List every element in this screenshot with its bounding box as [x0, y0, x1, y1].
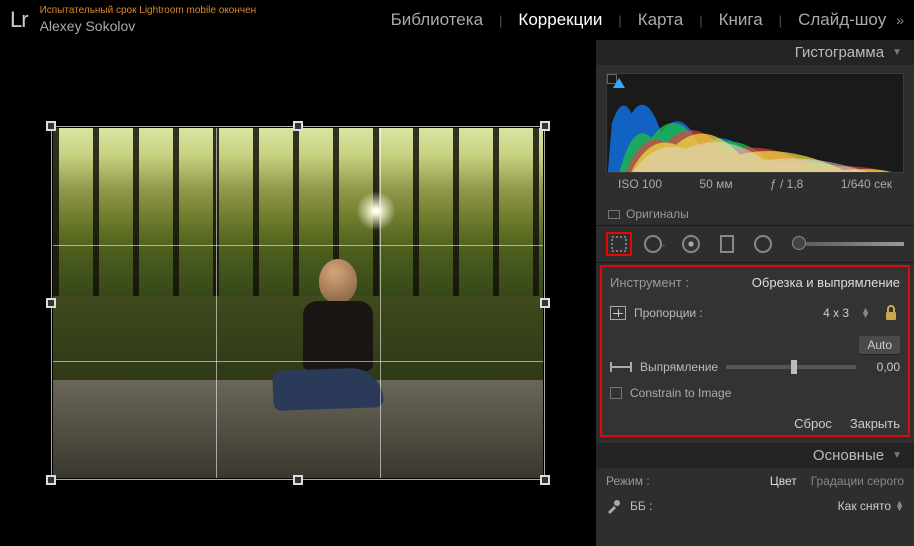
aspect-ratio-value[interactable]: 4 x 3	[823, 306, 849, 320]
app-logo: Lr	[10, 7, 28, 33]
shadow-clip-indicator[interactable]	[613, 78, 625, 88]
crop-handle-tr[interactable]	[540, 121, 550, 131]
radial-filter-tool-button[interactable]	[750, 232, 776, 256]
basic-panel-header[interactable]: Основные ▼	[596, 443, 914, 468]
constrain-checkbox[interactable]	[610, 387, 622, 399]
originals-toggle[interactable]: Оригиналы	[596, 203, 914, 225]
close-button[interactable]: Закрыть	[850, 416, 900, 431]
tool-strip: →	[596, 225, 914, 263]
crop-icon	[610, 235, 628, 253]
crop-handle-mr[interactable]	[540, 298, 550, 308]
histogram-display[interactable]	[606, 73, 904, 173]
reset-button[interactable]: Сброс	[794, 416, 832, 431]
tool-name: Обрезка и выпрямление	[752, 275, 900, 290]
crop-frame[interactable]	[51, 126, 545, 480]
grad-filter-icon	[720, 235, 734, 253]
crop-handle-br[interactable]	[540, 475, 550, 485]
brush-size-slider[interactable]	[792, 242, 904, 246]
nav-slideshow[interactable]: Слайд-шоу	[794, 8, 890, 32]
grad-filter-tool-button[interactable]	[714, 232, 740, 256]
originals-checkbox-icon	[608, 210, 620, 219]
crop-tool-button[interactable]	[606, 232, 632, 256]
straighten-label: Выпрямление	[640, 360, 718, 374]
redeye-icon	[682, 235, 700, 253]
wb-preset-select[interactable]: Как снято ▲▼	[838, 499, 904, 513]
nav-library[interactable]: Библиотека	[387, 8, 487, 32]
radial-filter-icon	[754, 235, 772, 253]
treatment-bw-button[interactable]: Градации серого	[811, 474, 904, 488]
nav-more-icon[interactable]: »	[896, 12, 904, 28]
treatment-color-button[interactable]: Цвет	[770, 474, 797, 488]
crop-overlay-icon[interactable]	[610, 306, 626, 320]
username-label[interactable]: Alexey Sokolov	[40, 17, 257, 35]
trial-expired-message: Испытательный срок Lightroom mobile окон…	[40, 4, 257, 17]
nav-book[interactable]: Книга	[715, 8, 767, 32]
collapse-icon: ▼	[892, 47, 902, 58]
crop-handle-bm[interactable]	[293, 475, 303, 485]
histogram-panel-header[interactable]: Гистограмма ▼	[596, 40, 914, 65]
crop-handle-ml[interactable]	[46, 298, 56, 308]
photo-canvas[interactable]	[0, 40, 596, 546]
treatment-label: Режим :	[606, 474, 650, 488]
straighten-slider[interactable]	[726, 365, 856, 369]
meta-shutter: 1/640 сек	[841, 177, 892, 191]
auto-straighten-button[interactable]: Auto	[859, 336, 900, 354]
collapse-icon: ▼	[892, 450, 902, 461]
histogram-title: Гистограмма	[795, 44, 884, 61]
wb-eyedropper-icon[interactable]	[606, 498, 622, 514]
crop-tool-panel: Инструмент : Обрезка и выпрямление Пропо…	[600, 265, 910, 437]
meta-iso: ISO 100	[618, 177, 662, 191]
aspect-lock-icon[interactable]	[882, 304, 900, 322]
angle-tool-icon[interactable]	[610, 362, 632, 372]
crop-handle-bl[interactable]	[46, 475, 56, 485]
module-nav: Библиотека | Коррекции | Карта | Книга |…	[387, 8, 904, 32]
nav-map[interactable]: Карта	[634, 8, 688, 32]
meta-aperture: ƒ / 1,8	[770, 177, 803, 191]
nav-develop[interactable]: Коррекции	[514, 8, 606, 32]
straighten-value[interactable]: 0,00	[864, 360, 900, 374]
aspect-label: Пропорции :	[634, 306, 815, 320]
tool-label: Инструмент :	[610, 275, 689, 290]
redeye-tool-button[interactable]	[678, 232, 704, 256]
meta-focal: 50 мм	[699, 177, 732, 191]
basic-panel-title: Основные	[813, 447, 884, 464]
constrain-label: Constrain to Image	[630, 386, 731, 400]
wb-label: ББ :	[630, 499, 652, 513]
crop-handle-tl[interactable]	[46, 121, 56, 131]
crop-handle-tm[interactable]	[293, 121, 303, 131]
aspect-stepper[interactable]: ▲▼	[861, 308, 870, 318]
spot-removal-tool-button[interactable]: →	[642, 232, 668, 256]
